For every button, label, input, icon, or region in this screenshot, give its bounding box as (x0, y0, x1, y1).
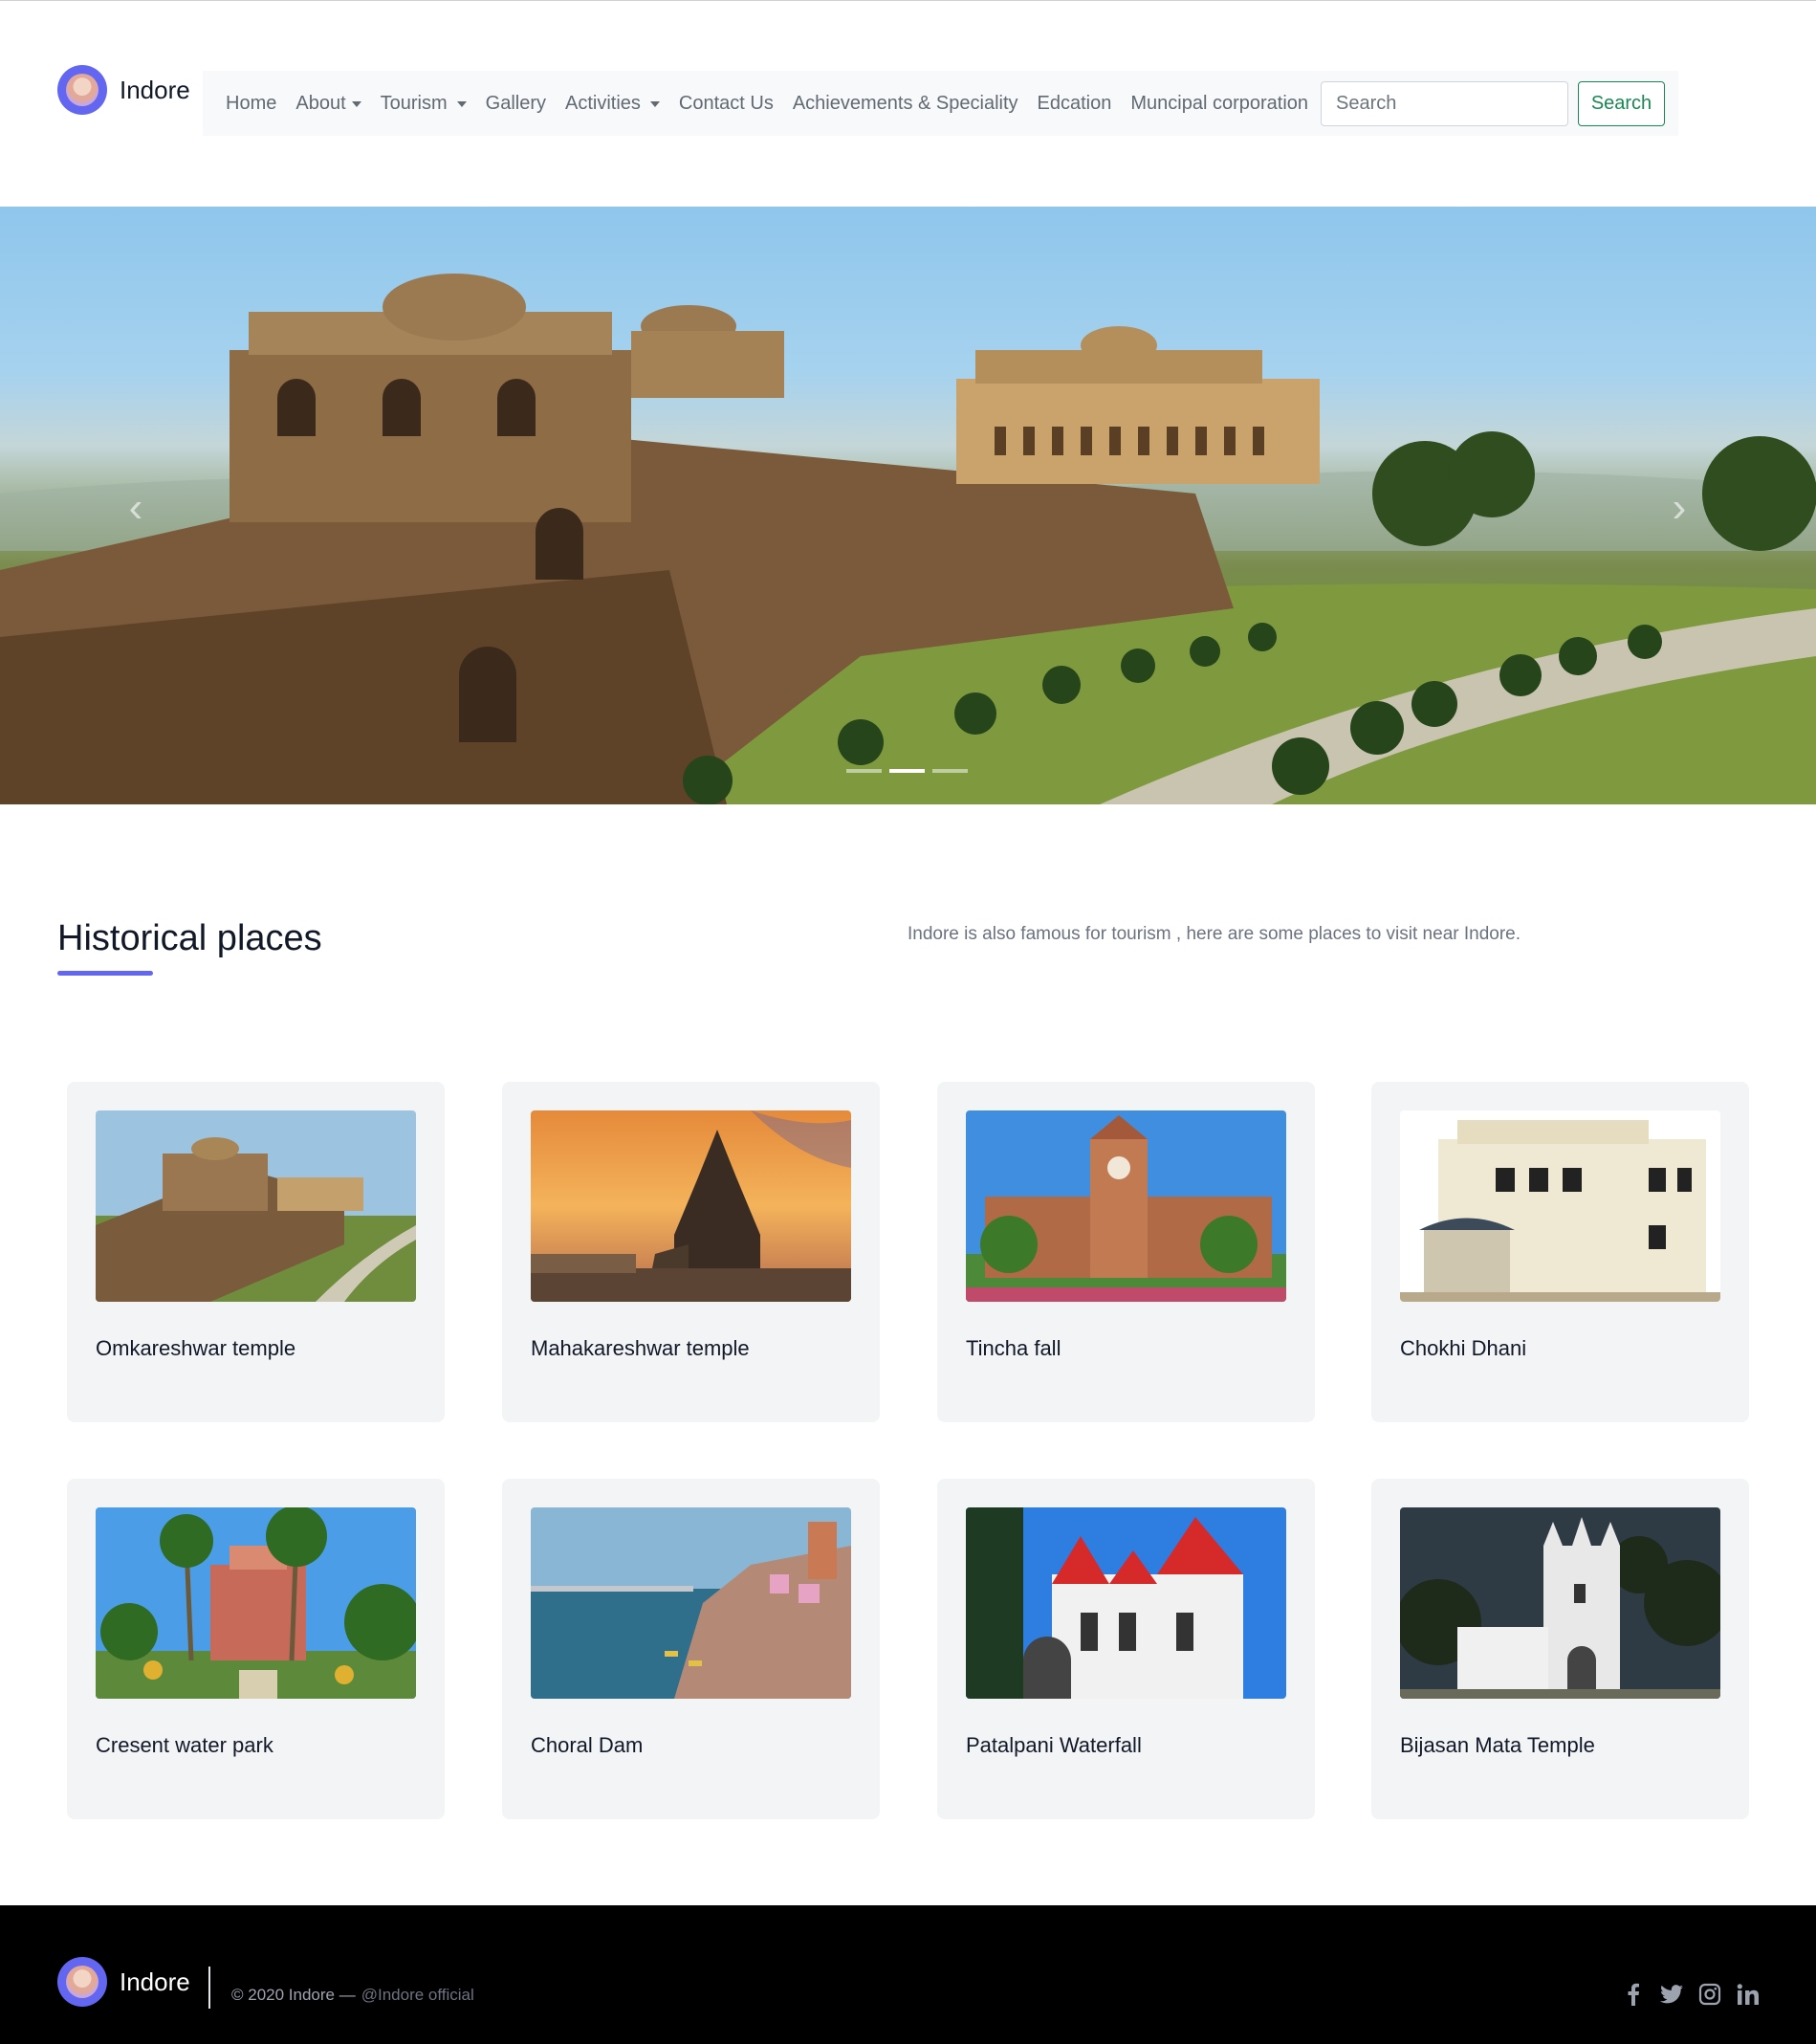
instagram-icon[interactable] (1697, 1982, 1722, 2007)
carousel-next-button[interactable]: › (1660, 484, 1698, 532)
linkedin-icon[interactable] (1736, 1982, 1761, 2007)
hero-carousel: ‹ › (0, 207, 1816, 804)
card-title: Patalpani Waterfall (966, 1733, 1142, 1757)
carousel-indicator[interactable] (932, 769, 968, 773)
brand[interactable]: Indore (57, 65, 190, 115)
social-links (1621, 1982, 1774, 2007)
card-title: Bijasan Mata Temple (1400, 1733, 1595, 1757)
carousel-indicators (846, 769, 975, 773)
nav-activities[interactable]: Activities (565, 93, 660, 115)
footer-brand-name: Indore (120, 1967, 190, 1996)
nav-about[interactable]: About (295, 93, 361, 115)
place-card[interactable]: Tincha fall (937, 1082, 1315, 1422)
card-title: Tincha fall (966, 1336, 1061, 1360)
section-underline (57, 971, 153, 976)
top-border (0, 0, 1816, 1)
nav-gallery[interactable]: Gallery (486, 93, 546, 115)
footer-brand[interactable]: Indore (57, 1957, 190, 2007)
place-card[interactable]: Patalpani Waterfall (937, 1479, 1315, 1819)
twitter-icon[interactable] (1659, 1982, 1684, 2007)
card-title: Chokhi Dhani (1400, 1336, 1527, 1360)
card-image (966, 1110, 1286, 1302)
card-title: Choral Dam (531, 1733, 644, 1757)
caret-down-icon (351, 101, 361, 107)
copyright-text: © 2020 Indore — (231, 1986, 356, 2004)
nav-municipal[interactable]: Muncipal corporation (1130, 93, 1308, 115)
search-button[interactable]: Search (1578, 81, 1665, 126)
footer-copyright: © 2020 Indore — @Indore official (231, 1986, 474, 2005)
nav-home[interactable]: Home (226, 93, 276, 115)
brand-logo (57, 65, 107, 115)
footer: Indore © 2020 Indore — @Indore official (0, 1905, 1816, 2044)
caret-down-icon (456, 101, 467, 107)
card-title: Omkareshwar temple (96, 1336, 296, 1360)
card-image (531, 1507, 851, 1699)
card-image (1400, 1110, 1720, 1302)
nav-education[interactable]: Edcation (1038, 93, 1112, 115)
place-card[interactable]: Mahakareshwar temple (502, 1082, 880, 1422)
caret-down-icon (649, 101, 660, 107)
card-title: Cresent water park (96, 1733, 273, 1757)
footer-brand-logo (57, 1957, 107, 2007)
card-image (531, 1110, 851, 1302)
facebook-icon[interactable] (1621, 1982, 1646, 2007)
footer-divider (208, 1967, 210, 2009)
carousel-indicator-active[interactable] (889, 769, 925, 773)
nav-contact[interactable]: Contact Us (679, 93, 774, 115)
place-card[interactable]: Bijasan Mata Temple (1371, 1479, 1749, 1819)
section-title: Historical places (57, 918, 322, 958)
hero-image (0, 274, 1816, 804)
card-image (96, 1507, 416, 1699)
nav-tourism[interactable]: Tourism (381, 93, 467, 115)
place-card[interactable]: Cresent water park (67, 1479, 445, 1819)
search-input[interactable] (1321, 81, 1568, 126)
card-image (966, 1507, 1286, 1699)
carousel-indicator[interactable] (846, 769, 882, 773)
brand-name: Indore (120, 75, 190, 104)
footer-handle-link[interactable]: @Indore official (361, 1986, 474, 2004)
carousel-prev-button[interactable]: ‹ (117, 484, 155, 532)
place-card[interactable]: Choral Dam (502, 1479, 880, 1819)
place-card[interactable]: Chokhi Dhani (1371, 1082, 1749, 1422)
place-card[interactable]: Omkareshwar temple (67, 1082, 445, 1422)
card-image (96, 1110, 416, 1302)
section-description: Indore is also famous for tourism , here… (908, 924, 1521, 944)
nav-achievements[interactable]: Achievements & Speciality (793, 93, 1018, 115)
card-image (1400, 1507, 1720, 1699)
card-title: Mahakareshwar temple (531, 1336, 750, 1360)
